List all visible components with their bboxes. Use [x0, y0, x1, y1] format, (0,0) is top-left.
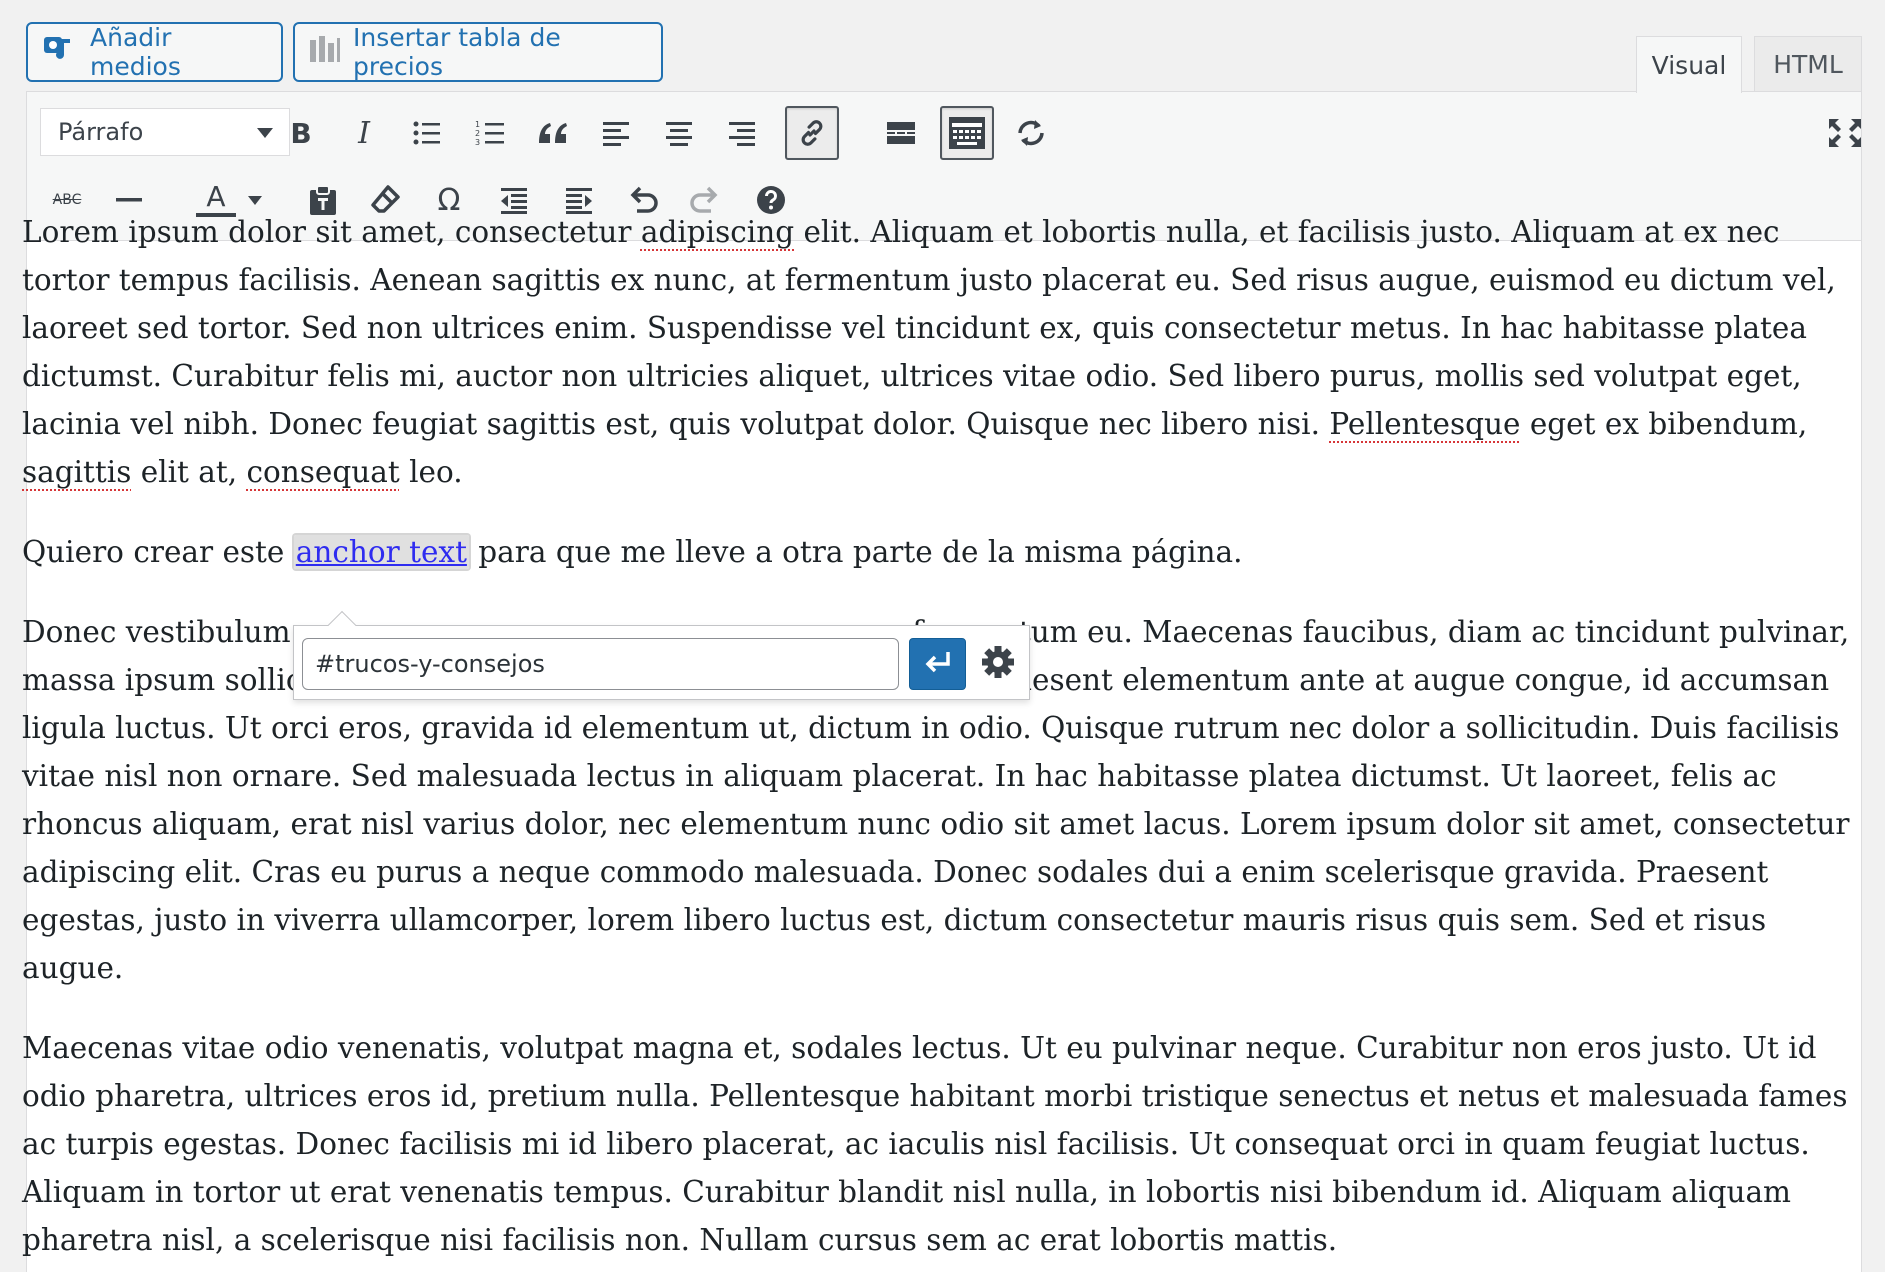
link-icon	[796, 117, 828, 149]
toolbar-toggle-button[interactable]	[940, 106, 994, 160]
align-left-icon	[602, 120, 630, 146]
spellcheck-word: consequat	[246, 455, 400, 489]
blockquote-icon	[537, 121, 569, 145]
insert-pricing-table-button[interactable]: Insertar tabla de precios	[293, 22, 663, 82]
refresh-icon	[1015, 118, 1047, 148]
paragraph-2: Quiero crear este anchor text para que m…	[22, 528, 1852, 576]
paragraph-4: Maecenas vitae odio venenatis, volutpat …	[22, 1031, 1848, 1257]
numbered-list-button[interactable]: 123	[463, 106, 517, 160]
add-media-icon	[42, 33, 78, 71]
italic-button[interactable]: I	[337, 106, 391, 160]
add-media-label: Añadir medios	[90, 23, 181, 81]
italic-icon: I	[358, 115, 370, 151]
text-color-glyph: A	[206, 180, 226, 213]
align-right-icon	[728, 120, 756, 146]
chevron-down-icon	[248, 195, 262, 205]
format-select-value: Párrafo	[58, 118, 144, 146]
bold-button[interactable]: B	[274, 106, 328, 160]
selected-link[interactable]: anchor text	[293, 535, 469, 569]
text-run: para que me lleve a otra parte de la mis…	[468, 535, 1243, 569]
tab-html[interactable]: HTML	[1754, 36, 1862, 92]
align-left-button[interactable]	[589, 106, 643, 160]
blockquote-button[interactable]	[526, 106, 580, 160]
strikethrough-icon: ABC	[53, 192, 82, 208]
add-media-button[interactable]: Añadir medios	[26, 22, 283, 82]
spellcheck-word: adipiscing	[640, 215, 795, 249]
insert-link-button[interactable]	[785, 106, 839, 160]
align-center-icon	[665, 120, 693, 146]
apply-link-button[interactable]	[909, 638, 966, 690]
text-run: eget ex bibendum,	[1520, 407, 1808, 441]
format-select[interactable]: Párrafo	[40, 108, 290, 156]
spellcheck-word: sagittis	[22, 455, 132, 489]
svg-text:1: 1	[475, 120, 480, 129]
inline-link-popup	[293, 610, 1030, 700]
numbered-list-icon: 123	[475, 119, 505, 147]
bar-chart-icon	[309, 34, 341, 70]
read-more-button[interactable]	[874, 106, 928, 160]
align-center-button[interactable]	[652, 106, 706, 160]
editor-content[interactable]: Lorem ipsum dolor sit amet, consectetur …	[22, 208, 1852, 1272]
strikethrough-glyph: ABC	[52, 192, 82, 208]
spellcheck-word: Pellentesque	[1329, 407, 1521, 441]
fullscreen-icon	[1828, 118, 1862, 148]
fullscreen-button[interactable]	[1818, 106, 1872, 160]
anchor-text-link[interactable]: anchor text	[296, 535, 467, 569]
align-right-button[interactable]	[715, 106, 769, 160]
svg-text:2: 2	[475, 129, 480, 138]
bold-icon: B	[290, 116, 312, 150]
insert-pricing-table-label: Insertar tabla de precios	[353, 23, 561, 81]
enter-icon	[923, 650, 953, 679]
text-run: Quiero crear este	[22, 535, 294, 569]
text-run: Donec vestibulum	[22, 615, 291, 649]
bulleted-list-icon	[413, 120, 441, 146]
paragraph-1: Lorem ipsum dolor sit amet, consectetur …	[22, 208, 1852, 496]
svg-text:3: 3	[475, 138, 480, 147]
text-run: leo.	[399, 455, 463, 489]
chevron-down-icon	[257, 128, 273, 138]
tab-html-label: HTML	[1773, 50, 1843, 79]
link-url-input[interactable]	[302, 638, 899, 690]
text-run: Lorem ipsum dolor sit amet, consectetur	[22, 215, 641, 249]
horizontal-line-icon	[115, 197, 143, 203]
link-settings-button[interactable]	[972, 638, 1024, 690]
tab-visual[interactable]: Visual	[1636, 36, 1742, 93]
refresh-button[interactable]	[1004, 106, 1058, 160]
text-run: elit at,	[131, 455, 247, 489]
gear-icon	[981, 645, 1015, 684]
tab-visual-label: Visual	[1651, 50, 1727, 80]
bulleted-list-button[interactable]	[400, 106, 454, 160]
toolbar-toggle-icon	[947, 115, 987, 151]
read-more-icon	[886, 120, 916, 146]
